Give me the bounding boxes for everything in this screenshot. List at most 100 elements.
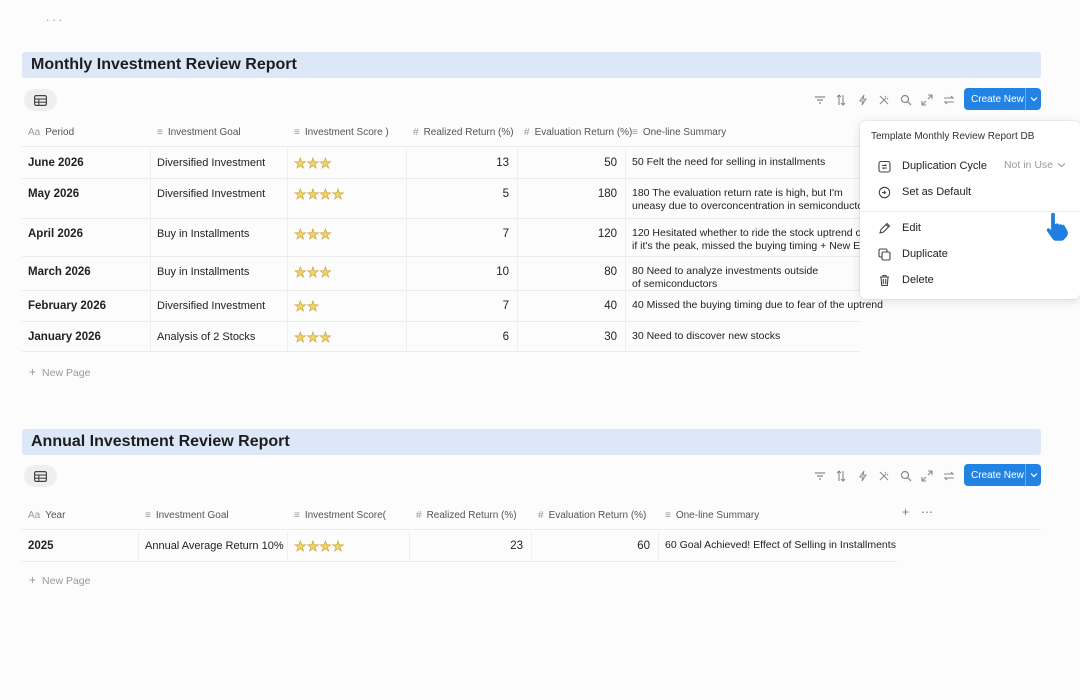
- duplication-cycle-item[interactable]: Duplication Cycle: [878, 158, 987, 174]
- delete-item[interactable]: Delete: [878, 272, 934, 288]
- cell-goal[interactable]: Buy in Installments: [151, 219, 288, 256]
- cell-period[interactable]: February 2026: [22, 291, 151, 321]
- lightning-icon[interactable]: [852, 92, 874, 108]
- column-header[interactable]: ≡ Investment Score ): [294, 117, 389, 147]
- table-row[interactable]: March 2026 Buy in Installments ★ ★ ★ 10 80 80 N…: [22, 257, 860, 291]
- cell-period[interactable]: April 2026: [22, 219, 151, 256]
- column-header[interactable]: ≡ Investment Goal: [157, 117, 241, 147]
- cell-score[interactable]: ★ ★ ★: [288, 148, 407, 178]
- annual-table-view-button[interactable]: [24, 465, 57, 487]
- cell-score[interactable]: ★ ★ ★: [288, 219, 407, 256]
- column-header[interactable]: # Evaluation Return (%): [538, 500, 646, 530]
- cell-realized[interactable]: 5: [407, 179, 518, 218]
- cell-summary[interactable]: 30 Need to discover new stocks: [626, 322, 860, 351]
- table-row[interactable]: January 2026 Analysis of 2 Stocks ★ ★ ★ 6 30 30…: [22, 322, 860, 352]
- column-header-label: One-line Summary: [642, 126, 727, 138]
- cell-evaluation[interactable]: 180: [518, 179, 626, 218]
- chevron-down-icon[interactable]: [1026, 472, 1041, 478]
- cell-realized[interactable]: 6: [407, 322, 518, 351]
- cell-evaluation[interactable]: 60: [532, 531, 659, 561]
- cell-period[interactable]: June 2026: [22, 148, 151, 178]
- monthly-table-view-button[interactable]: [24, 89, 57, 111]
- column-header[interactable]: ≡ Investment Score(: [294, 500, 386, 530]
- cell-score[interactable]: ★ ★: [288, 291, 407, 321]
- set-default-item[interactable]: Set as Default: [878, 184, 971, 200]
- table-row[interactable]: May 2026 Diversified Investment ★ ★ ★ ★ 5 180 18…: [22, 179, 872, 219]
- cell-period[interactable]: March 2026: [22, 257, 151, 290]
- duplication-cycle-value[interactable]: Not in Use: [1004, 159, 1066, 171]
- sort-icon[interactable]: [831, 468, 853, 484]
- column-header[interactable]: # Realized Return (%): [416, 500, 517, 530]
- monthly-create-new-button[interactable]: Create New: [964, 88, 1041, 110]
- cell-realized[interactable]: 7: [407, 219, 518, 256]
- cell-summary[interactable]: 40 Missed the buying timing due to fear …: [626, 291, 883, 321]
- filter-icon[interactable]: [809, 92, 831, 108]
- swap-icon[interactable]: [938, 92, 960, 108]
- cell-summary[interactable]: 80 Need to analyze investments outside o…: [626, 257, 860, 290]
- cell-text: 180 The evaluation return rate is high, …: [632, 187, 872, 212]
- cell-goal[interactable]: Analysis of 2 Stocks: [151, 322, 288, 351]
- cell-evaluation[interactable]: 30: [518, 322, 626, 351]
- property-type-icon: ≡: [145, 509, 151, 521]
- expand-icon[interactable]: [917, 468, 939, 484]
- filter-icon[interactable]: [809, 468, 831, 484]
- column-header[interactable]: Aa Period: [28, 117, 74, 147]
- default-clock-icon: [878, 186, 891, 198]
- cell-realized[interactable]: 7: [407, 291, 518, 321]
- star-rating: ★ ★ ★ ★: [294, 187, 345, 202]
- annual-row-tools: + ⋯: [902, 505, 933, 519]
- edit-item[interactable]: Edit: [878, 220, 921, 236]
- table-row[interactable]: June 2026 Diversified Investment ★ ★ ★ 13 50 50…: [22, 148, 860, 179]
- cell-period[interactable]: May 2026: [22, 179, 151, 218]
- cell-score[interactable]: ★ ★ ★: [288, 257, 407, 290]
- cell-evaluation[interactable]: 80: [518, 257, 626, 290]
- cell-summary[interactable]: 120 Hesitated whether to ride the stock …: [626, 219, 878, 256]
- table-row[interactable]: April 2026 Buy in Installments ★ ★ ★ 7 120 120 …: [22, 219, 878, 257]
- cell-score[interactable]: ★ ★ ★ ★: [288, 179, 407, 218]
- cell-goal[interactable]: Diversified Investment: [151, 179, 288, 218]
- column-header[interactable]: ≡ One-line Summary: [632, 117, 726, 147]
- cell-evaluation[interactable]: 40: [518, 291, 626, 321]
- chevron-down-icon[interactable]: [1026, 96, 1041, 102]
- cell-goal[interactable]: Annual Average Return 10%: [139, 531, 288, 561]
- cell-summary[interactable]: 180 The evaluation return rate is high, …: [626, 179, 872, 218]
- table-row[interactable]: February 2026 Diversified Investment ★ ★ 7 40…: [22, 291, 883, 322]
- magic-wand-off-icon[interactable]: [874, 468, 896, 484]
- expand-icon[interactable]: [917, 92, 939, 108]
- more-options-icon[interactable]: ⋯: [921, 505, 933, 519]
- cell-goal[interactable]: Buy in Installments: [151, 257, 288, 290]
- cell-summary[interactable]: 50 Felt the need for selling in installm…: [626, 148, 860, 178]
- lightning-icon[interactable]: [852, 468, 874, 484]
- search-icon[interactable]: [895, 468, 917, 484]
- cell-realized[interactable]: 10: [407, 257, 518, 290]
- add-property-icon[interactable]: +: [902, 505, 909, 519]
- cell-period[interactable]: January 2026: [22, 322, 151, 351]
- cell-realized[interactable]: 13: [407, 148, 518, 178]
- cell-realized[interactable]: 23: [410, 531, 532, 561]
- cell-score[interactable]: ★ ★ ★: [288, 322, 407, 351]
- cell-score[interactable]: ★ ★ ★ ★: [288, 531, 410, 561]
- annual-new-page-button[interactable]: + New Page: [29, 573, 90, 587]
- cell-goal[interactable]: Diversified Investment: [151, 291, 288, 321]
- monthly-section-title: Monthly Investment Review Report: [22, 52, 1041, 78]
- search-icon[interactable]: [895, 92, 917, 108]
- monthly-new-page-button[interactable]: + New Page: [29, 365, 90, 379]
- column-header[interactable]: # Evaluation Return (%): [524, 117, 632, 147]
- cell-summary[interactable]: 60 Goal Achieved! Effect of Selling in I…: [659, 531, 897, 561]
- star-icon: ★: [331, 538, 345, 554]
- column-header[interactable]: # Realized Return (%): [413, 117, 514, 147]
- annual-create-new-button[interactable]: Create New: [964, 464, 1041, 486]
- cell-text: 13: [496, 157, 509, 169]
- table-row[interactable]: 2025 Annual Average Return 10% ★ ★ ★ ★ 23 60 60 …: [22, 531, 897, 562]
- sort-icon[interactable]: [831, 92, 853, 108]
- cell-evaluation[interactable]: 50: [518, 148, 626, 178]
- duplicate-item[interactable]: Duplicate: [878, 246, 948, 262]
- cell-evaluation[interactable]: 120: [518, 219, 626, 256]
- column-header[interactable]: ≡ Investment Goal: [145, 500, 229, 530]
- column-header[interactable]: ≡ One-line Summary: [665, 500, 759, 530]
- column-header[interactable]: Aa Year: [28, 500, 65, 530]
- swap-icon[interactable]: [938, 468, 960, 484]
- magic-wand-off-icon[interactable]: [874, 92, 896, 108]
- cell-period[interactable]: 2025: [22, 531, 139, 561]
- cell-goal[interactable]: Diversified Investment: [151, 148, 288, 178]
